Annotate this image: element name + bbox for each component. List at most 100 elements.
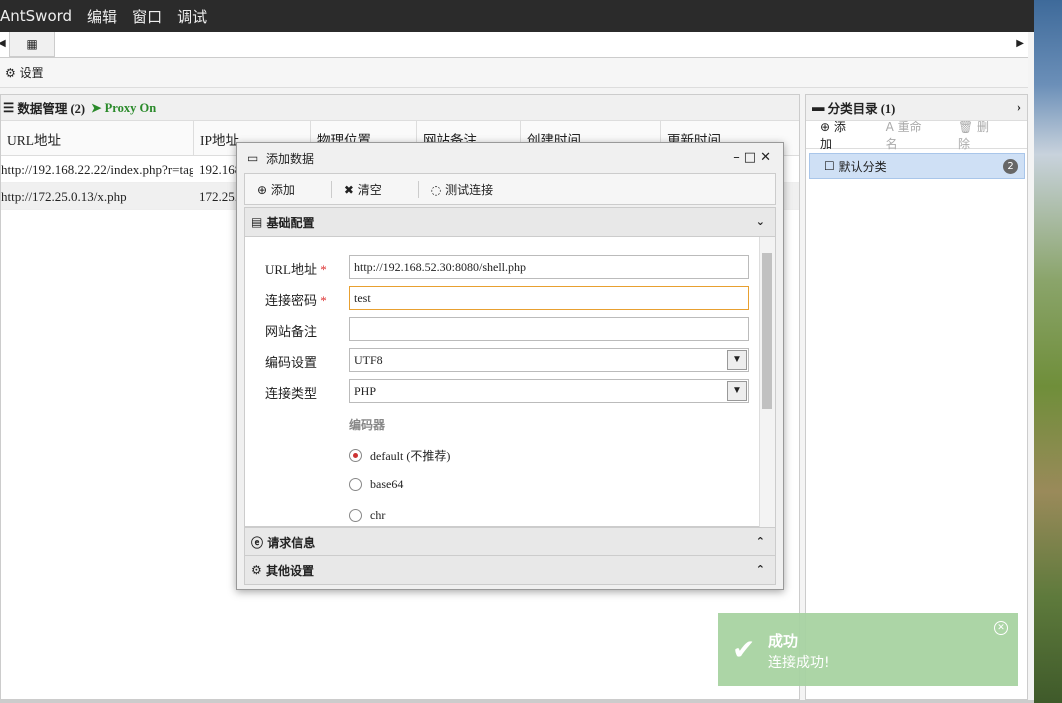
toast-message: 连接成功! — [768, 655, 830, 671]
encoder-base64-label: base64 — [370, 477, 404, 491]
proxy-status: ➤ Proxy On — [91, 100, 156, 116]
encoder-chr-label: chr — [370, 508, 386, 522]
desktop-background — [1034, 0, 1062, 703]
type-label: 连接类型 — [265, 386, 318, 401]
type-value: PHP — [354, 384, 377, 398]
gear-icon: ⚙ — [5, 66, 16, 80]
row-url: http://192.168.22.22/index.php?r=tag — [1, 162, 193, 177]
tab-bar: ◀ ▦ ▶ — [0, 32, 1028, 58]
collapse-right-icon[interactable]: › — [1017, 100, 1021, 115]
folder-open-icon: ☐ — [824, 159, 839, 173]
category-count-badge: 2 — [1003, 159, 1018, 174]
check-icon: ✔ — [732, 633, 756, 666]
password-input[interactable]: test — [349, 286, 749, 310]
clear-button[interactable]: ✖ 清空 — [344, 180, 419, 198]
clear-label: 清空 — [357, 182, 382, 197]
section-request-info[interactable]: ⓔ 请求信息 ⌃ — [244, 527, 776, 557]
settings-button[interactable]: ⚙ 设置 — [5, 64, 44, 81]
url-label: URL地址 * — [265, 262, 327, 277]
column-url[interactable]: URL地址 — [1, 121, 194, 156]
scrollbar-thumb[interactable] — [762, 253, 772, 409]
dialog-toolbar: ⊕ 添加 ✖ 清空 ◌ 测试连接 — [244, 173, 776, 205]
category-add-label: 添加 — [820, 119, 846, 151]
encoder-label: 编码器 — [349, 418, 386, 432]
proxy-status-label: Proxy On — [104, 100, 157, 115]
section-other-label: 其他设置 — [265, 563, 314, 578]
toast-close-icon[interactable]: ✕ — [994, 621, 1008, 635]
note-label: 网站备注 — [265, 324, 318, 339]
main-toolbar: ⚙ 设置 — [0, 58, 1028, 88]
section-basic-config[interactable]: ▤ 基础配置 ⌄ — [244, 207, 776, 237]
password-label: 连接密码 * — [265, 293, 327, 308]
password-label-text: 连接密码 — [265, 293, 318, 308]
add-button[interactable]: ⊕ 添加 — [257, 180, 332, 198]
type-select[interactable]: PHP ▼ — [349, 379, 749, 403]
menu-debug[interactable]: 调试 — [177, 6, 207, 27]
encoder-base64-radio[interactable]: base64 — [349, 477, 403, 492]
row-url: http://172.25.0.13/x.php — [1, 189, 127, 204]
basic-config-form: URL地址 * http://192.168.52.30:8080/shell.… — [244, 237, 776, 527]
tab-scroll-left-icon[interactable]: ◀ — [0, 38, 6, 49]
category-rename-label: 重命名 — [885, 119, 922, 151]
radio-icon — [349, 478, 362, 491]
category-panel: ▬ 分类目录 (1) › ⊕ 添加 A 重命名 🗑 删除 ☐ 默认分类 2 — [805, 94, 1028, 700]
category-panel-title: 分类目录 (1) — [827, 102, 896, 116]
window-icon: ▭ — [247, 151, 266, 165]
window-controls: –□✕ — [733, 150, 775, 165]
dialog-title: 添加数据 — [265, 151, 314, 166]
row-ip: 192.168 — [199, 162, 239, 177]
encoder-default-radio[interactable]: default (不推荐) — [349, 447, 450, 464]
url-label-text: URL地址 — [265, 262, 318, 277]
dialog-titlebar: ▭ 添加数据 –□✕ — [237, 143, 783, 173]
add-label: 添加 — [270, 182, 295, 197]
maximize-icon[interactable]: □ — [744, 150, 760, 165]
data-panel-header: ☰ 数据管理 (2) ➤ Proxy On — [1, 95, 799, 121]
section-basic-label: 基础配置 — [266, 215, 315, 230]
menu-bar: AntSword 编辑 窗口 调试 — [0, 0, 1034, 32]
tab-scroll-right-icon[interactable]: ▶ — [1016, 38, 1024, 49]
category-add-button[interactable]: ⊕ 添加 — [820, 118, 862, 152]
add-data-dialog: ▭ 添加数据 –□✕ ⊕ 添加 ✖ 清空 ◌ 测试连接 ▤ 基础配置 ⌄ URL… — [236, 142, 784, 590]
section-request-label: 请求信息 — [267, 535, 316, 550]
encoding-value: UTF8 — [354, 353, 383, 367]
chevron-up-icon: ⌃ — [755, 535, 765, 548]
menu-antsword[interactable]: AntSword — [0, 7, 72, 25]
tab-home[interactable]: ▦ — [9, 32, 55, 57]
encoder-default-label: default (不推荐) — [370, 449, 451, 463]
send-icon: ➤ — [91, 100, 102, 115]
test-connection-label: 测试连接 — [445, 182, 494, 197]
category-panel-header: ▬ 分类目录 (1) › — [806, 95, 1027, 121]
menu-window[interactable]: 窗口 — [132, 6, 162, 27]
encoder-chr-radio[interactable]: chr — [349, 508, 385, 523]
success-toast: ✔ ✕ 成功 连接成功! — [718, 613, 1018, 686]
url-input[interactable]: http://192.168.52.30:8080/shell.php — [349, 255, 749, 279]
chevron-down-icon: ▼ — [727, 350, 747, 370]
encoding-select[interactable]: UTF8 ▼ — [349, 348, 749, 372]
row-ip: 172.25. — [199, 189, 238, 204]
close-icon[interactable]: ✕ — [760, 150, 775, 165]
chevron-down-icon: ▼ — [727, 381, 747, 401]
section-other-settings[interactable]: ⚙ 其他设置 ⌃ — [244, 555, 776, 585]
category-rename-button[interactable]: A 重命名 — [886, 118, 934, 152]
category-delete-label: 删除 — [957, 119, 990, 151]
settings-label: 设置 — [19, 66, 44, 80]
note-input[interactable] — [349, 317, 749, 341]
form-scrollbar[interactable] — [759, 237, 775, 527]
document-icon: ▤ — [251, 215, 267, 229]
category-delete-button[interactable]: 🗑 删除 — [958, 118, 1003, 152]
radio-icon — [349, 509, 362, 522]
encoding-label: 编码设置 — [265, 355, 318, 370]
radio-checked-icon — [349, 449, 362, 462]
minimize-icon[interactable]: – — [733, 150, 744, 165]
category-toolbar: ⊕ 添加 A 重命名 🗑 删除 — [806, 118, 1027, 152]
test-connection-button[interactable]: ◌ 测试连接 — [431, 181, 529, 198]
edge-icon: ⓔ — [251, 535, 268, 550]
data-panel-title: 数据管理 (2) — [17, 102, 86, 116]
grid-icon: ▦ — [26, 36, 38, 51]
chevron-down-icon: ⌄ — [755, 215, 765, 228]
chevron-up-icon: ⌃ — [755, 563, 765, 576]
cogs-icon: ⚙ — [251, 563, 266, 577]
category-label: 默认分类 — [838, 159, 887, 174]
category-item-default[interactable]: ☐ 默认分类 2 — [809, 153, 1025, 179]
menu-edit[interactable]: 编辑 — [87, 6, 117, 27]
